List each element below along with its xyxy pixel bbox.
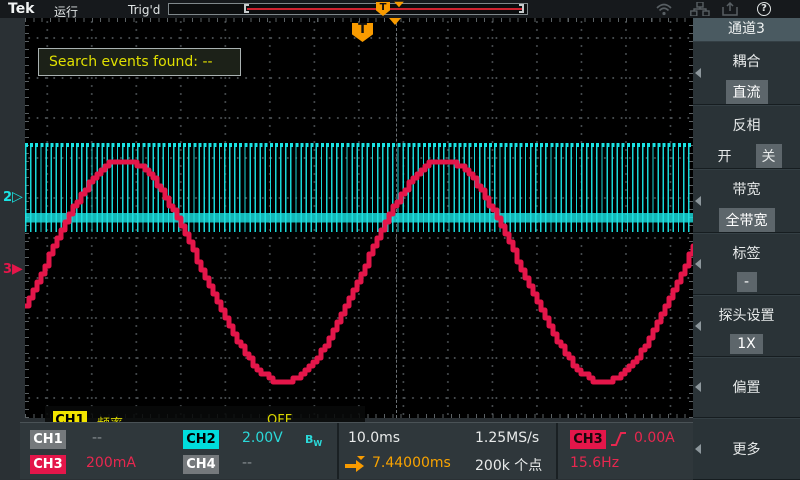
trigger-position-flag-icon: T bbox=[376, 2, 390, 16]
label-value-button[interactable]: - bbox=[737, 272, 757, 292]
oscilloscope-screen: Tek 运行 Trig'd T bbox=[0, 0, 800, 480]
top-status-bar: Tek 运行 Trig'd T bbox=[0, 0, 800, 18]
chevron-left-icon bbox=[695, 196, 701, 206]
bandwidth-value-button[interactable]: 全带宽 bbox=[719, 208, 775, 232]
panel-divider bbox=[337, 423, 339, 479]
invert-on-option[interactable]: 开 bbox=[712, 144, 738, 168]
ch1-badge: CH1 bbox=[30, 430, 66, 449]
help-icon[interactable]: ? bbox=[757, 2, 771, 16]
chevron-left-icon bbox=[695, 68, 701, 78]
coupling-value-button[interactable]: 直流 bbox=[726, 80, 768, 104]
record-view-bar: T bbox=[168, 3, 528, 15]
window-bracket-right bbox=[519, 4, 524, 13]
ch2-badge: CH2 bbox=[183, 430, 219, 449]
menu-item-label[interactable]: 标签 - bbox=[693, 233, 800, 295]
trigger-source-badge: CH3 bbox=[570, 430, 606, 449]
ch1-scale: -- bbox=[92, 430, 102, 446]
ch3-marker-arrow-icon: ▶ bbox=[12, 261, 23, 277]
ch2-bandwidth-limit-icon: BW bbox=[305, 433, 322, 448]
probe-value-button[interactable]: 1X bbox=[730, 334, 763, 354]
trigger-caret-icon bbox=[394, 2, 404, 8]
menu-item-invert[interactable]: 反相 开 关 bbox=[693, 105, 800, 169]
trigger-status: Trig'd bbox=[128, 3, 160, 17]
ch3-badge: CH3 bbox=[30, 455, 66, 474]
acquisition-status: 运行 bbox=[54, 3, 78, 20]
export-icon bbox=[722, 2, 738, 16]
ch4-scale: -- bbox=[242, 455, 252, 471]
menu-item-bandwidth[interactable]: 带宽 全带宽 bbox=[693, 169, 800, 233]
ch3-scale: 200mA bbox=[86, 455, 136, 471]
menu-item-offset[interactable]: 偏置 bbox=[693, 357, 800, 419]
search-events-banner: Search events found: -- bbox=[38, 48, 241, 76]
horizontal-scale: 10.0ms bbox=[348, 430, 400, 446]
ch3-position-marker: 3▶ bbox=[3, 261, 23, 277]
readout-panel: CH1 -- CH2 2.00V BW CH3 200mA CH4 -- 10.… bbox=[20, 422, 693, 479]
ch2-marker-arrow-icon: ▷ bbox=[12, 189, 23, 205]
invert-off-option[interactable]: 关 bbox=[756, 144, 782, 168]
chevron-left-icon bbox=[695, 259, 701, 269]
ch4-badge: CH4 bbox=[183, 455, 219, 474]
horizontal-delay: 7.44000ms bbox=[372, 455, 451, 471]
menu-item-more[interactable]: 更多 bbox=[693, 418, 800, 480]
waveform-display: T Search events found: -- CH1 频率 OFF bbox=[25, 18, 693, 418]
menu-item-coupling[interactable]: 耦合 直流 bbox=[693, 41, 800, 105]
trigger-frequency: 15.6Hz bbox=[570, 455, 619, 471]
record-length: 200k 个点 bbox=[475, 455, 542, 475]
tek-logo: Tek bbox=[8, 1, 35, 17]
side-menu: 通道3 耦合 直流 反相 开 关 带宽 全带宽 标签 - 探头设置 1X bbox=[693, 18, 800, 480]
ch2-scale: 2.00V bbox=[242, 430, 283, 446]
chevron-left-icon bbox=[695, 321, 701, 331]
trigger-level: 0.00A bbox=[634, 430, 675, 446]
window-bracket-left bbox=[244, 4, 249, 13]
panel-divider bbox=[556, 423, 558, 479]
sample-rate: 1.25MS/s bbox=[475, 430, 539, 446]
menu-item-probe-setup[interactable]: 探头设置 1X bbox=[693, 295, 800, 357]
wifi-icon bbox=[655, 2, 673, 16]
network-icon bbox=[690, 2, 710, 16]
horizontal-delay-arrow-icon bbox=[345, 460, 367, 472]
ch2-position-marker: 2▷ bbox=[3, 189, 23, 205]
side-menu-title: 通道3 bbox=[693, 18, 800, 41]
ch3-waveform bbox=[25, 18, 693, 418]
trigger-slope-icon bbox=[610, 429, 628, 453]
